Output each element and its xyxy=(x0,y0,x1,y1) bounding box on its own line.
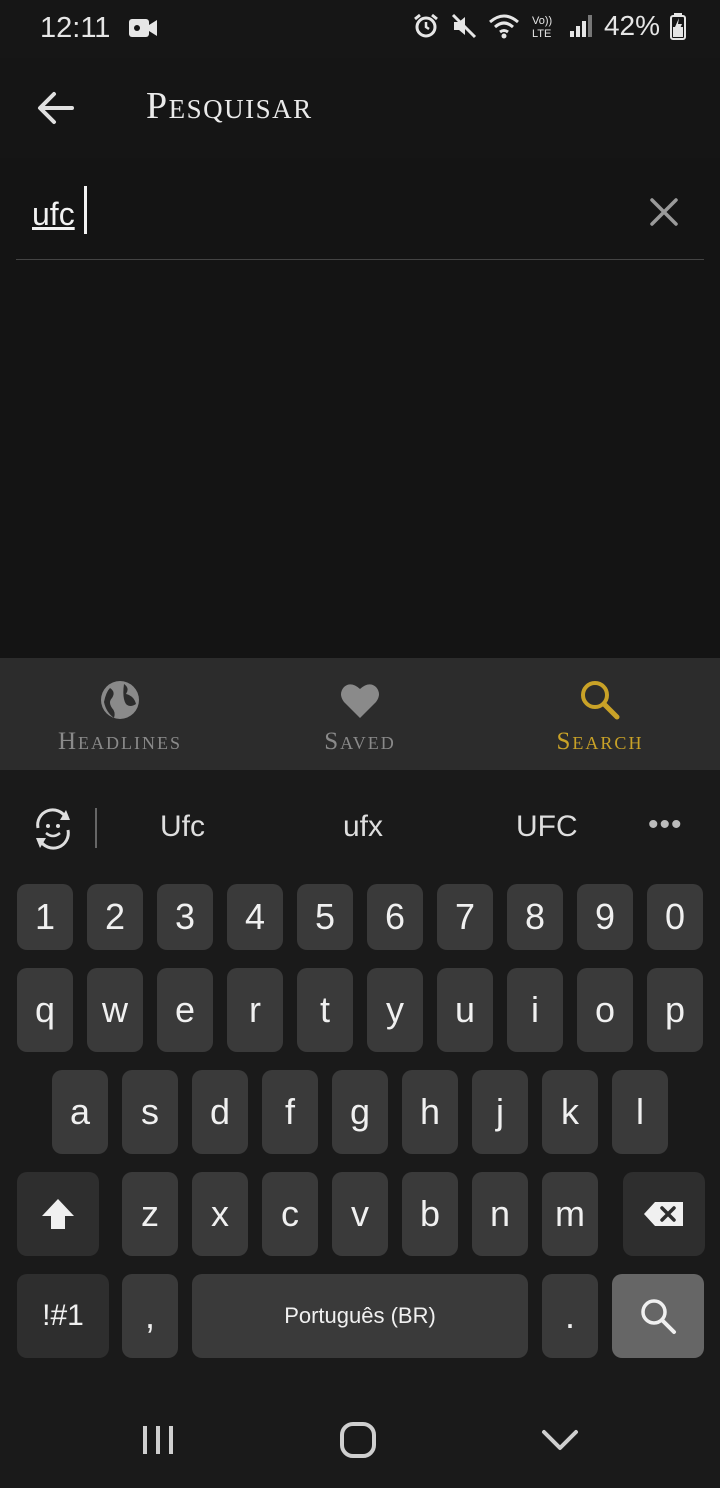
text-caret xyxy=(84,186,87,234)
suggestion-divider xyxy=(95,808,97,848)
key-a[interactable]: a xyxy=(52,1070,108,1154)
key-b[interactable]: b xyxy=(402,1172,458,1256)
key-n[interactable]: n xyxy=(472,1172,528,1256)
nav-item-headlines[interactable]: Headlines xyxy=(0,658,240,770)
key-k[interactable]: k xyxy=(542,1070,598,1154)
key-r[interactable]: r xyxy=(227,968,283,1052)
arrow-left-icon[interactable] xyxy=(34,88,78,128)
key-3[interactable]: 3 xyxy=(157,884,213,950)
alarm-icon xyxy=(414,13,438,38)
key-2[interactable]: 2 xyxy=(87,884,143,950)
back-nav-icon[interactable] xyxy=(536,1416,584,1464)
search-icon xyxy=(641,1299,676,1334)
key-g[interactable]: g xyxy=(332,1070,388,1154)
key-w[interactable]: w xyxy=(87,968,143,1052)
key-c[interactable]: c xyxy=(262,1172,318,1256)
search-input[interactable] xyxy=(32,192,612,236)
key-4[interactable]: 4 xyxy=(227,884,283,950)
search-bar xyxy=(16,170,704,260)
battery-icon xyxy=(670,13,686,40)
key-z[interactable]: z xyxy=(122,1172,178,1256)
svg-text:LTE: LTE xyxy=(532,28,551,40)
shift-icon xyxy=(42,1199,74,1229)
key-1[interactable]: 1 xyxy=(17,884,73,950)
more-suggestions-icon[interactable]: ••• xyxy=(648,808,683,842)
soft-keyboard: Ufc ufx UFC ••• 1 2 3 4 5 6 7 8 9 0 q w … xyxy=(0,770,720,1390)
recent-apps-icon[interactable] xyxy=(134,1416,182,1464)
key-0[interactable]: 0 xyxy=(647,884,703,950)
shift-key[interactable] xyxy=(17,1172,99,1256)
nav-item-search[interactable]: Search xyxy=(480,658,720,770)
home-icon[interactable] xyxy=(334,1416,382,1464)
mute-icon xyxy=(451,13,477,39)
bottom-navigation: Headlines Saved Search xyxy=(0,658,720,770)
key-7[interactable]: 7 xyxy=(437,884,493,950)
emoji-sync-icon[interactable] xyxy=(30,806,76,852)
key-j[interactable]: j xyxy=(472,1070,528,1154)
key-q[interactable]: q xyxy=(17,968,73,1052)
key-h[interactable]: h xyxy=(402,1070,458,1154)
close-icon[interactable] xyxy=(646,194,682,230)
wifi-icon xyxy=(488,14,519,39)
backspace-key[interactable] xyxy=(623,1172,705,1256)
key-s[interactable]: s xyxy=(122,1070,178,1154)
battery-percent: 42% xyxy=(603,10,660,41)
key-p[interactable]: p xyxy=(647,968,703,1052)
key-f[interactable]: f xyxy=(262,1070,318,1154)
key-u[interactable]: u xyxy=(437,968,493,1052)
results-area xyxy=(0,262,720,658)
video-icon xyxy=(129,19,157,37)
suggestion-strip: Ufc ufx UFC ••• xyxy=(0,770,720,880)
key-o[interactable]: o xyxy=(577,968,633,1052)
key-9[interactable]: 9 xyxy=(577,884,633,950)
comma-key[interactable]: , xyxy=(122,1274,178,1358)
status-icons: Vo)) LTE 42% xyxy=(412,10,686,42)
period-key[interactable]: . xyxy=(542,1274,598,1358)
signal-icon xyxy=(569,15,592,37)
key-m[interactable]: m xyxy=(542,1172,598,1256)
nav-label-headlines: Headlines xyxy=(57,728,183,755)
heart-icon xyxy=(341,684,379,718)
key-y[interactable]: y xyxy=(367,968,423,1052)
suggestion-2[interactable]: ufx xyxy=(343,810,383,844)
key-8[interactable]: 8 xyxy=(507,884,563,950)
backspace-icon xyxy=(644,1202,683,1226)
key-t[interactable]: t xyxy=(297,968,353,1052)
nav-label-search: Search xyxy=(556,728,644,755)
key-5[interactable]: 5 xyxy=(297,884,353,950)
search-action-key[interactable] xyxy=(612,1274,704,1358)
system-navigation-bar xyxy=(0,1390,720,1488)
key-6[interactable]: 6 xyxy=(367,884,423,950)
app-bar: Pesquisar xyxy=(0,58,720,158)
key-v[interactable]: v xyxy=(332,1172,388,1256)
key-e[interactable]: e xyxy=(157,968,213,1052)
space-key[interactable]: Português (BR) xyxy=(192,1274,528,1358)
symbols-key[interactable]: !#1 xyxy=(17,1274,109,1358)
status-bar: 12:11 Vo)) LTE 42% xyxy=(0,0,720,58)
suggestion-1[interactable]: Ufc xyxy=(160,810,205,844)
key-x[interactable]: x xyxy=(192,1172,248,1256)
globe-icon xyxy=(101,681,139,719)
nav-item-saved[interactable]: Saved xyxy=(240,658,480,770)
key-l[interactable]: l xyxy=(612,1070,668,1154)
page-title: Pesquisar xyxy=(146,85,313,127)
key-d[interactable]: d xyxy=(192,1070,248,1154)
suggestion-3[interactable]: UFC xyxy=(516,810,578,844)
nav-label-saved: Saved xyxy=(324,728,396,755)
search-icon xyxy=(581,681,620,720)
key-i[interactable]: i xyxy=(507,968,563,1052)
svg-text:Vo)): Vo)) xyxy=(532,15,552,27)
status-time: 12:11 xyxy=(40,12,111,44)
volte-icon: Vo)) LTE xyxy=(532,15,552,40)
